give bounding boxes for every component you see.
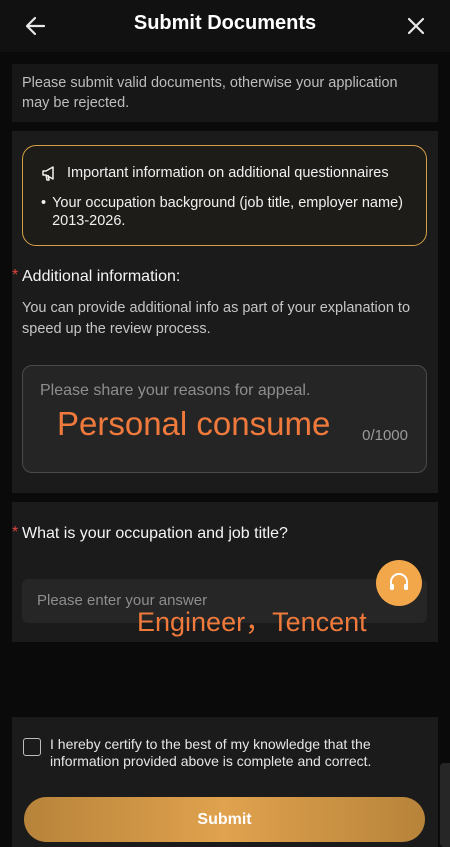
textarea-overlay-text: Personal consume	[57, 405, 331, 442]
bullet-dot: •	[41, 195, 47, 211]
occupation-label-text: What is your occupation and job title?	[22, 525, 288, 542]
close-button[interactable]	[402, 12, 430, 40]
required-mark: *	[12, 524, 19, 541]
notice-card: Important information on additional ques…	[22, 145, 427, 246]
certify-checkbox[interactable]	[23, 738, 41, 756]
submit-button[interactable]: Submit	[24, 797, 425, 842]
footer-panel: I hereby certify to the best of my knowl…	[12, 717, 438, 847]
character-counter: 0/1000	[362, 427, 408, 444]
megaphone-icon	[42, 166, 54, 181]
page-title: Submit Documents	[133, 12, 317, 34]
appeal-reason-textarea[interactable]: Please share your reasons for appeal. Pe…	[22, 365, 427, 473]
scrollbar[interactable]	[440, 763, 450, 847]
intro-text: Please submit valid documents, otherwise…	[12, 64, 438, 122]
customer-support-button[interactable]	[376, 560, 422, 606]
occupation-label: * What is your occupation and job title?	[12, 524, 288, 543]
additional-info-panel: Important information on additional ques…	[12, 131, 438, 493]
occupation-input[interactable]: Please enter your answer Engineer，Tencen…	[22, 579, 427, 637]
occupation-panel: * What is your occupation and job title?…	[12, 502, 438, 642]
textarea-placeholder: Please share your reasons for appeal.	[40, 382, 311, 399]
app-header: Submit Documents	[0, 0, 450, 52]
certify-text: I hereby certify to the best of my knowl…	[50, 736, 372, 769]
headset-icon	[390, 573, 408, 590]
required-mark: *	[12, 267, 19, 284]
input-overlay-text: Engineer，Tencent	[137, 607, 367, 637]
additional-info-label: * Additional information:	[12, 267, 181, 286]
notice-bullet-text: Your occupation background (job title, e…	[52, 195, 403, 229]
close-icon	[407, 17, 425, 35]
additional-info-help: You can provide additional info as part …	[22, 300, 411, 337]
additional-info-label-text: Additional information:	[22, 268, 181, 285]
notice-title: Important information on additional ques…	[67, 165, 389, 181]
